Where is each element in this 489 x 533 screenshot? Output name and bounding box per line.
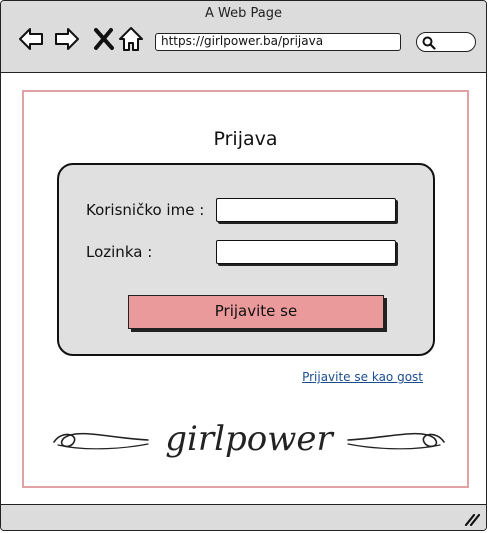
search-box[interactable] xyxy=(416,32,476,52)
window-title: A Web Page xyxy=(205,6,282,21)
username-label: Korisničko ime : xyxy=(86,201,205,219)
search-icon xyxy=(422,36,436,50)
guest-login-link[interactable]: Prijavite se kao gost xyxy=(302,370,423,384)
home-icon[interactable] xyxy=(117,25,145,53)
login-form: Korisničko ime : Lozinka : Prijavite se xyxy=(57,163,435,356)
resize-grip-icon[interactable] xyxy=(464,512,480,526)
page-title: Prijava xyxy=(213,128,278,150)
content-panel: Prijava Korisničko ime : Lozinka : Prija… xyxy=(22,90,469,488)
username-field[interactable] xyxy=(216,198,396,222)
password-field[interactable] xyxy=(216,240,396,264)
close-icon[interactable] xyxy=(90,25,118,53)
status-bar xyxy=(1,504,486,530)
password-label: Lozinka : xyxy=(86,243,153,261)
browser-toolbar: A Web Page https://girlpower.ba/prijava xyxy=(1,1,486,73)
logo-text: girlpower xyxy=(165,419,334,459)
address-bar[interactable]: https://girlpower.ba/prijava xyxy=(155,33,401,51)
back-icon[interactable] xyxy=(17,25,45,53)
browser-window: A Web Page https://girlpower.ba/prijava … xyxy=(0,0,487,531)
forward-icon[interactable] xyxy=(53,25,81,53)
login-button[interactable]: Prijavite se xyxy=(128,295,384,329)
girlpower-logo: girlpower xyxy=(51,417,447,462)
